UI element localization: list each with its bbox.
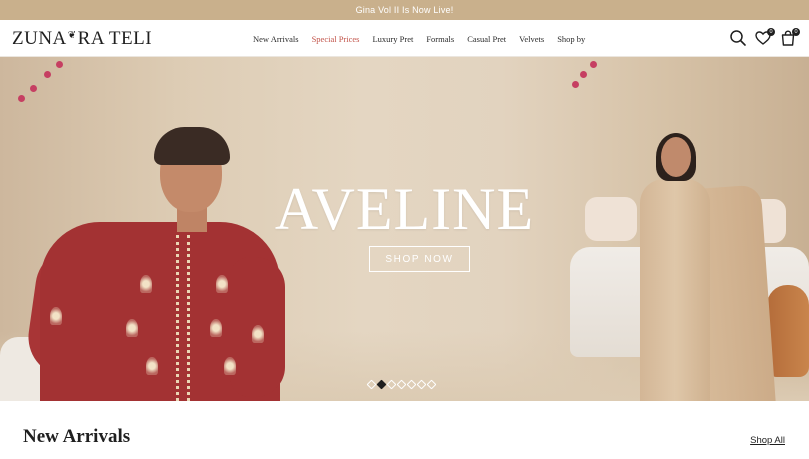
embroidery-motif [126,319,138,337]
hero-flower [44,71,51,78]
search-icon [730,30,746,46]
announcement-bar: Gina Vol II Is Now Live! [0,0,809,20]
left-model-hair [154,127,230,165]
hero-plant-pot [767,285,809,377]
main-nav: New Arrivals Special Prices Luxury Pret … [253,20,598,57]
hero-title: AVELINE [274,176,535,242]
nav-formals[interactable]: Formals [426,34,454,44]
announcement-text[interactable]: Gina Vol II Is Now Live! [356,5,454,15]
brand-logo[interactable]: ZUNA ❦ RA TELI [12,28,153,49]
left-model-embroidery [176,235,190,401]
hero-flower [590,61,597,68]
header-actions: 0 0 [722,28,800,47]
hero-flower [572,81,579,88]
hero-flower [30,85,37,92]
wishlist-button[interactable]: 0 [754,28,775,47]
slider-dots [366,379,438,390]
hero-flower [580,71,587,78]
slider-dot[interactable] [426,379,437,390]
nav-special-prices[interactable]: Special Prices [312,34,360,44]
nav-luxury-pret[interactable]: Luxury Pret [372,34,413,44]
site-header: ZUNA ❦ RA TELI New Arrivals Special Pric… [0,20,809,57]
hero-flower [56,61,63,68]
logo-flourish-icon: ❦ [67,29,77,41]
cart-button[interactable]: 0 [779,28,800,47]
embroidery-motif [50,307,62,325]
hero-flower [18,95,25,102]
slider-dot[interactable] [396,379,407,390]
slider-dot[interactable] [406,379,417,390]
nav-new-arrivals[interactable]: New Arrivals [253,34,299,44]
right-model-face [661,137,691,177]
slider-dot[interactable] [416,379,427,390]
embroidery-motif [252,325,264,343]
slider-dot-active[interactable] [376,379,387,390]
embroidery-motif [146,357,158,375]
embroidery-motif [216,275,228,293]
nav-casual-pret[interactable]: Casual Pret [467,34,506,44]
nav-shop-by[interactable]: Shop by [557,34,585,44]
embroidery-motif [140,275,152,293]
cart-count-badge: 0 [792,28,800,36]
search-button[interactable] [729,29,747,47]
logo-text-end: RA TELI [77,28,153,49]
embroidery-motif [224,357,236,375]
slider-dot[interactable] [366,379,377,390]
wishlist-count-badge: 0 [767,28,775,36]
shop-all-link[interactable]: Shop All [750,435,785,446]
hero-banner[interactable]: AVELINE SHOP NOW [0,57,809,401]
slider-dot[interactable] [386,379,397,390]
shop-now-button[interactable]: SHOP NOW [369,246,470,272]
nav-velvets[interactable]: Velvets [519,34,544,44]
new-arrivals-heading: New Arrivals [23,426,131,447]
logo-text-start: ZUNA [12,28,67,49]
embroidery-motif [210,319,222,337]
